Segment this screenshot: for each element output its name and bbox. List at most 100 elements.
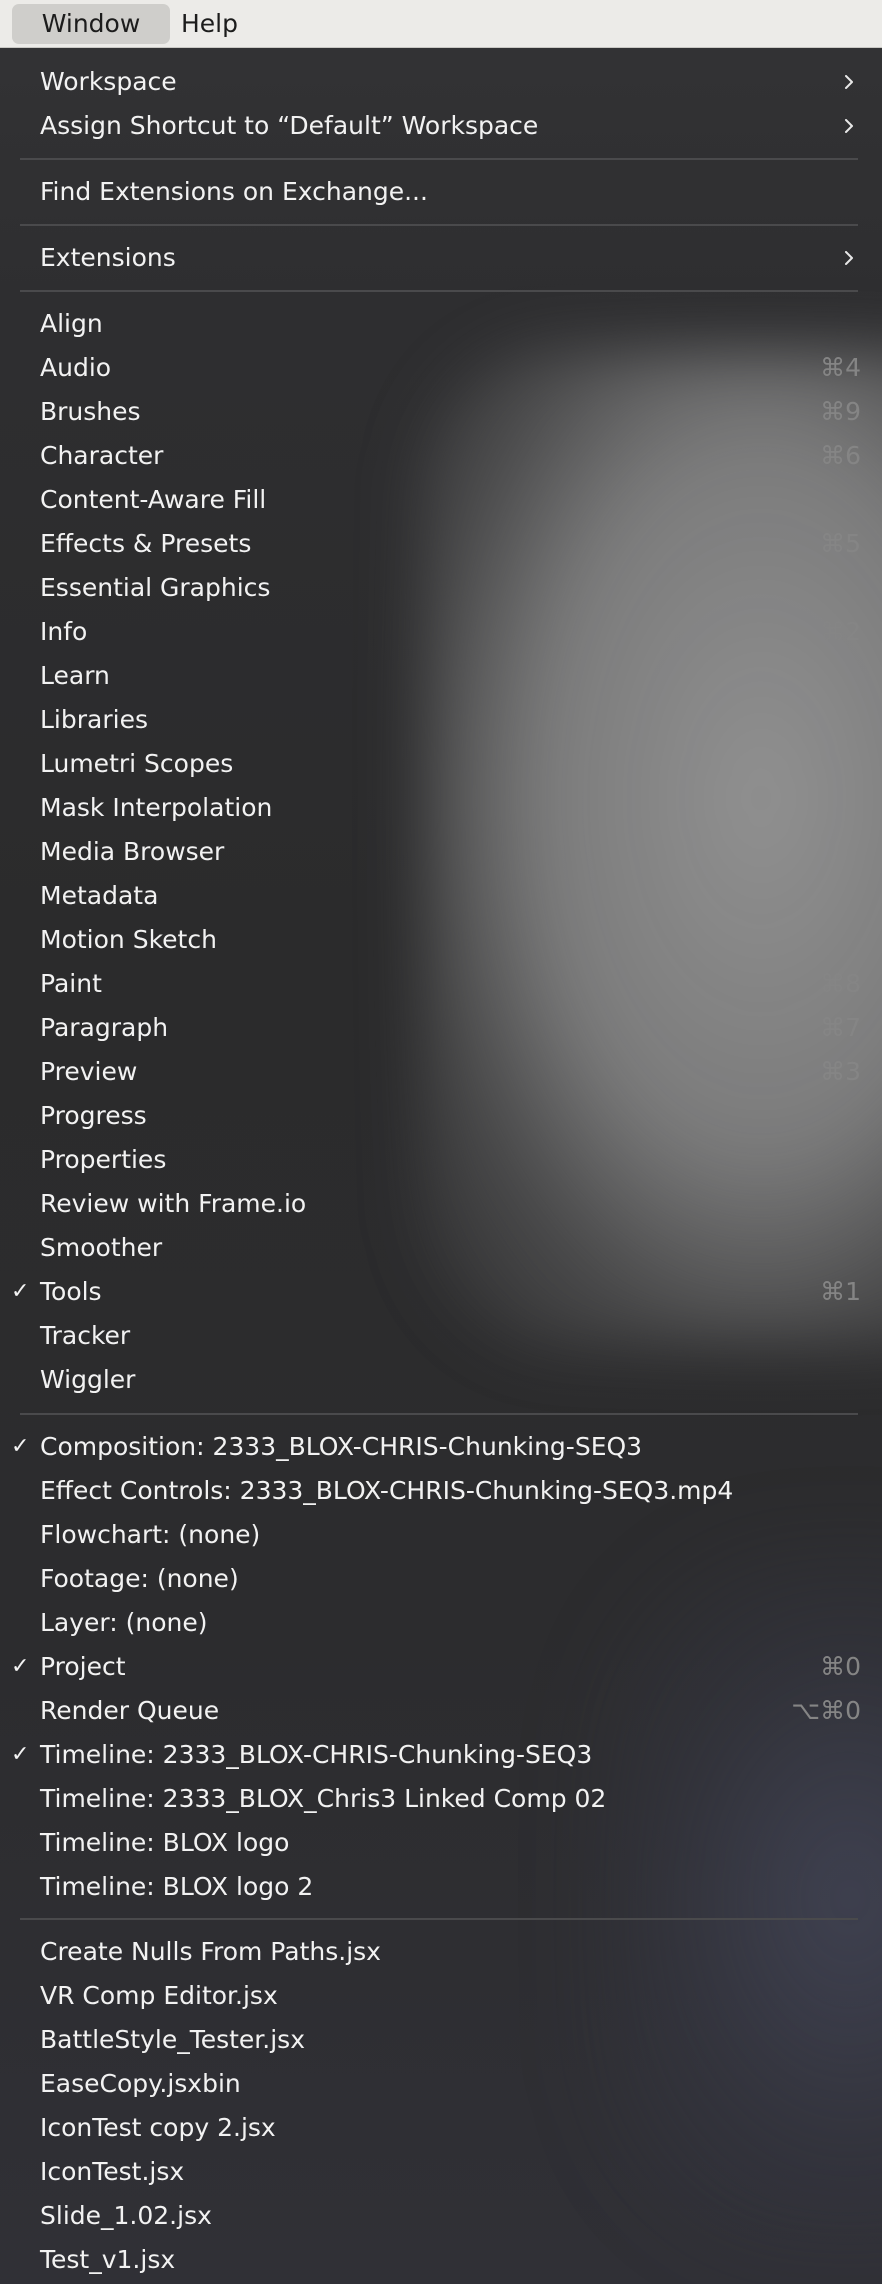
menu-item-label: Essential Graphics (40, 573, 271, 602)
menu-item-label: Smoother (40, 1233, 163, 1262)
menu-item-media-browser[interactable]: Media Browser (0, 830, 882, 874)
menu-item-preview[interactable]: Preview ⌘3 (0, 1050, 882, 1094)
menu-item-progress[interactable]: Progress (0, 1094, 882, 1138)
menu-item-label: Test_v1.jsx (40, 2245, 176, 2274)
menu-item-learn[interactable]: Learn (0, 654, 882, 698)
menu-item-label: Find Extensions on Exchange... (40, 177, 428, 206)
menu-item-smoother[interactable]: Smoother (0, 1226, 882, 1270)
menu-item-essential-graphics[interactable]: Essential Graphics (0, 566, 882, 610)
menu-item-label: Metadata (40, 881, 159, 910)
menu-item-motion-sketch[interactable]: Motion Sketch (0, 918, 882, 962)
menu-item-timeline-blox-logo-2[interactable]: Timeline: BLOX logo 2 (0, 1865, 882, 1909)
menu-item-icontest-copy-2-jsx[interactable]: IconTest copy 2.jsx (0, 2106, 882, 2150)
keyboard-shortcut: ⌘3 (820, 1057, 861, 1086)
menu-item-tracker[interactable]: Tracker (0, 1314, 882, 1358)
menu-item-label: Project (40, 1652, 126, 1681)
menu-item-render-queue[interactable]: Render Queue ⌥⌘0 (0, 1689, 882, 1733)
menu-item-label: BattleStyle_Tester.jsx (40, 2025, 306, 2054)
menu-item-label: Libraries (40, 705, 148, 734)
keyboard-shortcut: ⌘7 (820, 1013, 861, 1042)
menu-item-review-with-frame-io[interactable]: Review with Frame.io (0, 1182, 882, 1226)
menu-item-paragraph[interactable]: Paragraph ⌘7 (0, 1006, 882, 1050)
menu-item-label: Brushes (40, 397, 141, 426)
menu-separator (20, 158, 858, 160)
menu-item-easecopy-jsxbin[interactable]: EaseCopy.jsxbin (0, 2062, 882, 2106)
menu-item-assign-shortcut[interactable]: Assign Shortcut to “Default” Workspace (0, 104, 882, 148)
menu-item-label: VR Comp Editor.jsx (40, 1981, 278, 2010)
menu-item-lumetri-scopes[interactable]: Lumetri Scopes (0, 742, 882, 786)
menu-item-timeline-blox-logo[interactable]: Timeline: BLOX logo (0, 1821, 882, 1865)
keyboard-shortcut: ⌘2 (820, 617, 861, 646)
menu-item-label: Timeline: BLOX logo (40, 1828, 290, 1857)
keyboard-shortcut: ⌘6 (820, 441, 861, 470)
menu-item-vr-comp-editor-jsx[interactable]: VR Comp Editor.jsx (0, 1974, 882, 2018)
chevron-right-icon (845, 75, 853, 89)
keyboard-shortcut: ⌘8 (820, 969, 861, 998)
menu-item-slide-1-02-jsx[interactable]: Slide_1.02.jsx (0, 2194, 882, 2238)
menu-item-label: Preview (40, 1057, 138, 1086)
menu-item-icontest-jsx[interactable]: IconTest.jsx (0, 2150, 882, 2194)
menu-item-label: Layer: (none) (40, 1608, 208, 1637)
menu-item-effect-controls-2333-blox-chris-chunking-seq3-mp[interactable]: Effect Controls: 2333_BLOX-CHRIS-Chunkin… (0, 1469, 882, 1513)
menu-item-effects-presets[interactable]: Effects & Presets ⌘5 (0, 522, 882, 566)
menu-item-label: Tools (40, 1277, 102, 1306)
menu-item-label: Render Queue (40, 1696, 220, 1725)
menu-item-label: Flowchart: (none) (40, 1520, 261, 1549)
menu-item-label: Audio (40, 353, 112, 382)
menu-item-libraries[interactable]: Libraries (0, 698, 882, 742)
menu-item-label: Workspace (40, 67, 177, 96)
menu-item-properties[interactable]: Properties (0, 1138, 882, 1182)
menu-item-project[interactable]: ✓ Project ⌘0 (0, 1645, 882, 1689)
keyboard-shortcut: ⌘9 (820, 397, 861, 426)
menu-item-paint[interactable]: Paint ⌘8 (0, 962, 882, 1006)
menu-item-label: Wiggler (40, 1365, 136, 1394)
menubar-help[interactable]: Help (163, 4, 256, 44)
menu-item-character[interactable]: Character ⌘6 (0, 434, 882, 478)
menu-item-info[interactable]: Info ⌘2 (0, 610, 882, 654)
window-menu-dropdown: Workspace Assign Shortcut to “Default” W… (0, 48, 882, 2284)
menu-item-composition-2333-blox-chris-chunking-seq3[interactable]: ✓ Composition: 2333_BLOX-CHRIS-Chunking-S… (0, 1425, 882, 1469)
keyboard-shortcut: ⌥⌘0 (791, 1696, 861, 1725)
menu-item-label: IconTest.jsx (40, 2157, 185, 2186)
menu-item-extensions[interactable]: Extensions (0, 236, 882, 280)
menu-item-label: Paint (40, 969, 102, 998)
menu-item-label: Lumetri Scopes (40, 749, 234, 778)
menu-item-flowchart-none[interactable]: Flowchart: (none) (0, 1513, 882, 1557)
menu-item-test-v1-jsx[interactable]: Test_v1.jsx (0, 2238, 882, 2282)
menu-item-layer-none[interactable]: Layer: (none) (0, 1601, 882, 1645)
menu-item-label: Mask Interpolation (40, 793, 273, 822)
menu-item-label: Properties (40, 1145, 167, 1174)
checkmark-icon: ✓ (11, 1434, 30, 1459)
menu-item-label: Effect Controls: 2333_BLOX-CHRIS-Chunkin… (40, 1476, 734, 1505)
menu-item-content-aware-fill[interactable]: Content-Aware Fill (0, 478, 882, 522)
menu-item-label: Footage: (none) (40, 1564, 239, 1593)
menu-item-find-extensions[interactable]: Find Extensions on Exchange... (0, 170, 882, 214)
keyboard-shortcut: ⌘1 (820, 1277, 861, 1306)
menu-item-mask-interpolation[interactable]: Mask Interpolation (0, 786, 882, 830)
menu-item-wiggler[interactable]: Wiggler (0, 1358, 882, 1402)
checkmark-icon: ✓ (11, 1654, 30, 1679)
menu-item-brushes[interactable]: Brushes ⌘9 (0, 390, 882, 434)
menu-item-label: Timeline: 2333_BLOX-CHRIS-Chunking-SEQ3 (40, 1740, 593, 1769)
menu-item-label: Learn (40, 661, 110, 690)
menu-item-label: Tracker (40, 1321, 131, 1350)
menu-item-label: Review with Frame.io (40, 1189, 307, 1218)
menu-item-create-nulls-from-paths-jsx[interactable]: Create Nulls From Paths.jsx (0, 1930, 882, 1974)
menu-item-label: IconTest copy 2.jsx (40, 2113, 276, 2142)
menu-item-audio[interactable]: Audio ⌘4 (0, 346, 882, 390)
menu-item-tools[interactable]: ✓ Tools ⌘1 (0, 1270, 882, 1314)
menu-item-workspace[interactable]: Workspace (0, 60, 882, 104)
checkmark-icon: ✓ (11, 1742, 30, 1767)
menu-item-timeline-2333-blox-chris3-linked-comp-02[interactable]: Timeline: 2333_BLOX_Chris3 Linked Comp 0… (0, 1777, 882, 1821)
menubar-window[interactable]: Window (12, 4, 170, 44)
chevron-right-icon (845, 251, 853, 265)
menu-separator (20, 224, 858, 226)
menu-item-align[interactable]: Align (0, 302, 882, 346)
keyboard-shortcut: ⌘4 (820, 353, 861, 382)
menu-item-footage-none[interactable]: Footage: (none) (0, 1557, 882, 1601)
menu-item-battlestyle-tester-jsx[interactable]: BattleStyle_Tester.jsx (0, 2018, 882, 2062)
menu-item-timeline-2333-blox-chris-chunking-seq3[interactable]: ✓ Timeline: 2333_BLOX-CHRIS-Chunking-SEQ3 (0, 1733, 882, 1777)
menu-item-label: Composition: 2333_BLOX-CHRIS-Chunking-SE… (40, 1432, 643, 1461)
menu-item-label: Progress (40, 1101, 147, 1130)
menu-item-metadata[interactable]: Metadata (0, 874, 882, 918)
